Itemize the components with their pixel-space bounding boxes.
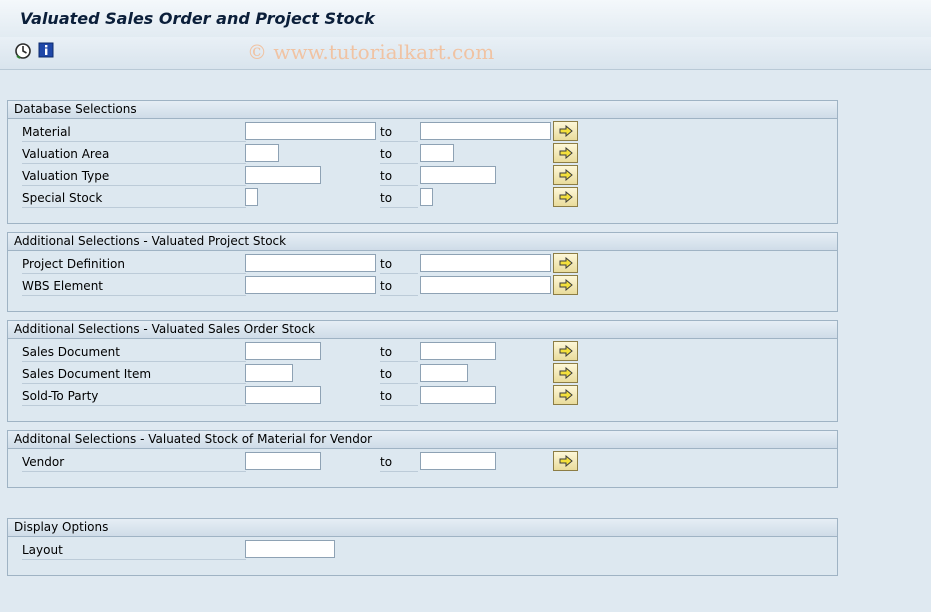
sales-document-to-input[interactable] bbox=[420, 342, 496, 360]
group-valuated-project-stock: Additional Selections - Valuated Project… bbox=[7, 232, 838, 312]
field-label: Sold-To Party bbox=[22, 387, 246, 406]
execute-button[interactable] bbox=[14, 42, 32, 60]
row-material: Material to bbox=[8, 121, 837, 143]
execute-clock-icon bbox=[14, 42, 32, 60]
multiple-selection-button[interactable] bbox=[553, 341, 578, 361]
sales-document-item-to-input[interactable] bbox=[420, 364, 468, 382]
multiple-selection-button[interactable] bbox=[553, 165, 578, 185]
group-valuated-sales-order-stock: Additional Selections - Valuated Sales O… bbox=[7, 320, 838, 422]
row-special-stock: Special Stock to bbox=[8, 187, 837, 209]
title-bar: Valuated Sales Order and Project Stock bbox=[0, 0, 931, 38]
multiple-selection-button[interactable] bbox=[553, 385, 578, 405]
info-button[interactable] bbox=[38, 42, 56, 60]
special-stock-from-input[interactable] bbox=[245, 188, 258, 206]
to-label: to bbox=[380, 387, 418, 406]
field-label: Special Stock bbox=[22, 189, 246, 208]
field-label: Sales Document bbox=[22, 343, 246, 362]
field-label: WBS Element bbox=[22, 277, 246, 296]
material-to-input[interactable] bbox=[420, 122, 551, 140]
valuation-type-to-input[interactable] bbox=[420, 166, 496, 184]
field-label: Vendor bbox=[22, 453, 246, 472]
to-label: to bbox=[380, 365, 418, 384]
wbs-element-from-input[interactable] bbox=[245, 276, 376, 294]
group-database-selections: Database Selections Material to Valuatio… bbox=[7, 100, 838, 224]
valuation-type-from-input[interactable] bbox=[245, 166, 321, 184]
row-sales-document: Sales Document to bbox=[8, 341, 837, 363]
info-icon bbox=[38, 42, 56, 58]
multiple-selection-button[interactable] bbox=[553, 121, 578, 141]
project-definition-to-input[interactable] bbox=[420, 254, 551, 272]
to-label: to bbox=[380, 189, 418, 208]
to-label: to bbox=[380, 255, 418, 274]
sales-document-from-input[interactable] bbox=[245, 342, 321, 360]
to-label: to bbox=[380, 343, 418, 362]
multiple-selection-button[interactable] bbox=[553, 275, 578, 295]
to-label: to bbox=[380, 453, 418, 472]
group-header: Display Options bbox=[8, 519, 837, 537]
watermark: © www.tutorialkart.com bbox=[247, 40, 495, 64]
to-label: to bbox=[380, 123, 418, 142]
group-header: Additional Selections - Valuated Project… bbox=[8, 233, 837, 251]
group-valuated-stock-vendor: Additonal Selections - Valuated Stock of… bbox=[7, 430, 838, 488]
row-project-definition: Project Definition to bbox=[8, 253, 837, 275]
material-from-input[interactable] bbox=[245, 122, 376, 140]
field-label: Valuation Type bbox=[22, 167, 246, 186]
row-valuation-area: Valuation Area to bbox=[8, 143, 837, 165]
field-label: Project Definition bbox=[22, 255, 246, 274]
sold-to-party-from-input[interactable] bbox=[245, 386, 321, 404]
to-label: to bbox=[380, 145, 418, 164]
row-sold-to-party: Sold-To Party to bbox=[8, 385, 837, 407]
to-label: to bbox=[380, 167, 418, 186]
row-valuation-type: Valuation Type to bbox=[8, 165, 837, 187]
field-label: Valuation Area bbox=[22, 145, 246, 164]
row-wbs-element: WBS Element to bbox=[8, 275, 837, 297]
vendor-to-input[interactable] bbox=[420, 452, 496, 470]
multiple-selection-button[interactable] bbox=[553, 143, 578, 163]
field-label: Sales Document Item bbox=[22, 365, 246, 384]
sold-to-party-to-input[interactable] bbox=[420, 386, 496, 404]
multiple-selection-button[interactable] bbox=[553, 187, 578, 207]
group-header: Database Selections bbox=[8, 101, 837, 119]
multiple-selection-button[interactable] bbox=[553, 451, 578, 471]
field-label: Material bbox=[22, 123, 246, 142]
row-layout: Layout bbox=[8, 539, 837, 561]
multiple-selection-button[interactable] bbox=[553, 253, 578, 273]
valuation-area-to-input[interactable] bbox=[420, 144, 454, 162]
page-title: Valuated Sales Order and Project Stock bbox=[20, 9, 375, 28]
multiple-selection-button[interactable] bbox=[553, 363, 578, 383]
group-display-options: Display Options Layout bbox=[7, 518, 838, 576]
row-sales-document-item: Sales Document Item to bbox=[8, 363, 837, 385]
special-stock-to-input[interactable] bbox=[420, 188, 433, 206]
group-header: Additional Selections - Valuated Sales O… bbox=[8, 321, 837, 339]
sales-document-item-from-input[interactable] bbox=[245, 364, 293, 382]
project-definition-from-input[interactable] bbox=[245, 254, 376, 272]
row-vendor: Vendor to bbox=[8, 451, 837, 473]
wbs-element-to-input[interactable] bbox=[420, 276, 551, 294]
vendor-from-input[interactable] bbox=[245, 452, 321, 470]
group-header: Additonal Selections - Valuated Stock of… bbox=[8, 431, 837, 449]
layout-input[interactable] bbox=[245, 540, 335, 558]
to-label: to bbox=[380, 277, 418, 296]
valuation-area-from-input[interactable] bbox=[245, 144, 279, 162]
field-label: Layout bbox=[22, 541, 246, 560]
